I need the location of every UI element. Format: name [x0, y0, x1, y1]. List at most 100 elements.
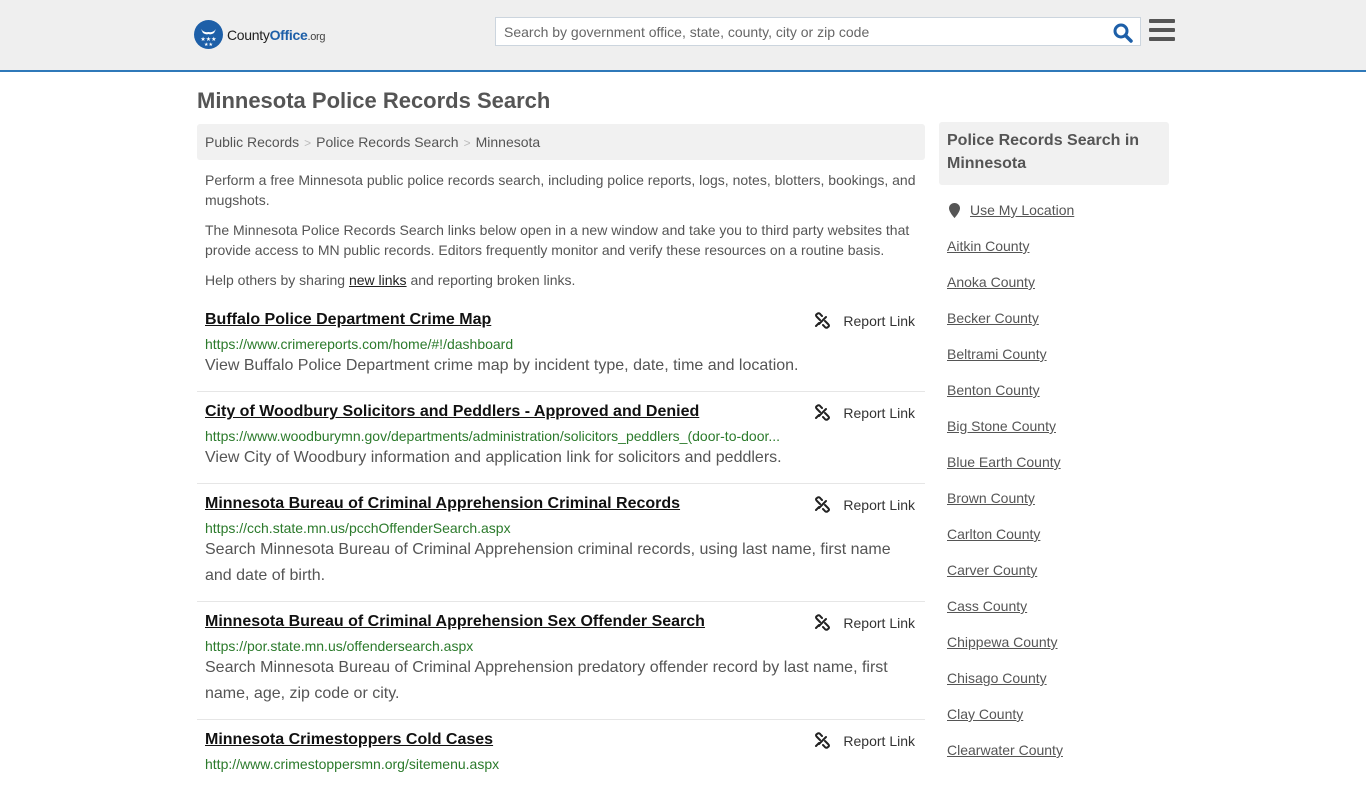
menu-bar: [1149, 28, 1175, 32]
search-icon: [1113, 23, 1133, 43]
result-item: City of Woodbury Solicitors and Peddlers…: [197, 392, 925, 484]
county-link[interactable]: Clearwater County: [947, 742, 1063, 758]
report-link-button[interactable]: Report Link: [814, 312, 915, 329]
result-description: Search Minnesota Bureau of Criminal Appr…: [205, 541, 891, 584]
county-link[interactable]: Benton County: [947, 382, 1040, 398]
broken-link-icon: [815, 312, 831, 329]
result-title-link[interactable]: City of Woodbury Solicitors and Peddlers…: [205, 402, 699, 422]
county-item: Chisago County: [947, 668, 1169, 688]
county-item: Clay County: [947, 704, 1169, 724]
report-link-button[interactable]: Report Link: [814, 404, 915, 421]
county-link[interactable]: Anoka County: [947, 274, 1035, 290]
report-link-label: Report Link: [843, 404, 915, 421]
county-item: Anoka County: [947, 272, 1169, 292]
logo-brand: Office: [269, 26, 308, 43]
county-link[interactable]: Cass County: [947, 598, 1027, 614]
county-item: Big Stone County: [947, 416, 1169, 436]
report-link-button[interactable]: Report Link: [814, 732, 915, 749]
county-item: Brown County: [947, 488, 1169, 508]
county-item: Cass County: [947, 596, 1169, 616]
report-link-button[interactable]: Report Link: [814, 614, 915, 631]
county-link[interactable]: Aitkin County: [947, 238, 1029, 254]
page-title: Minnesota Police Records Search: [197, 88, 551, 113]
sidebar-title: Police Records Search in Minnesota: [939, 122, 1169, 185]
logo-suffix: .org: [307, 30, 326, 43]
county-item: Benton County: [947, 380, 1169, 400]
logo-prefix: County: [227, 26, 270, 43]
report-link-label: Report Link: [843, 312, 915, 329]
menu-bar: [1149, 19, 1175, 23]
result-item: Minnesota Bureau of Criminal Apprehensio…: [197, 484, 925, 602]
results-list: Buffalo Police Department Crime Map http…: [197, 300, 925, 785]
search-button[interactable]: [1112, 22, 1134, 44]
result-item: Minnesota Crimestoppers Cold Cases http:…: [197, 720, 925, 785]
breadcrumb-public-records[interactable]: Public Records: [205, 134, 299, 150]
county-item: Beltrami County: [947, 344, 1169, 364]
county-list: Use My Location Aitkin County Anoka Count…: [939, 200, 1169, 760]
result-url: https://www.crimereports.com/home/#!/das…: [205, 336, 514, 352]
county-link[interactable]: Chippewa County: [947, 634, 1058, 650]
report-link-label: Report Link: [843, 496, 915, 513]
intro-paragraph-2: The Minnesota Police Records Search link…: [205, 222, 910, 258]
site-header: ★★★ ★★ CountyOffice.org: [0, 0, 1366, 72]
county-item: Blue Earth County: [947, 452, 1169, 472]
intro-text-before: Help others by sharing: [205, 272, 349, 288]
intro-paragraph-1: Perform a free Minnesota public police r…: [205, 172, 916, 208]
county-item: Aitkin County: [947, 236, 1169, 256]
broken-link-icon: [815, 404, 831, 421]
report-link-label: Report Link: [843, 732, 915, 749]
report-link-button[interactable]: Report Link: [814, 496, 915, 513]
result-title-link[interactable]: Minnesota Crimestoppers Cold Cases: [205, 730, 493, 750]
search-box: [495, 17, 1141, 46]
sidebar: Police Records Search in Minnesota Use M…: [939, 122, 1169, 776]
report-link-label: Report Link: [843, 614, 915, 631]
result-url: https://www.woodburymn.gov/departments/a…: [205, 428, 781, 444]
logo-text: CountyOffice.org: [227, 26, 326, 43]
county-link[interactable]: Brown County: [947, 490, 1035, 506]
county-link[interactable]: Big Stone County: [947, 418, 1056, 434]
breadcrumb: Public Records > Police Records Search > Min…: [197, 124, 925, 160]
county-link[interactable]: Clay County: [947, 706, 1023, 722]
breadcrumb-separator: >: [304, 136, 312, 150]
county-item: Carver County: [947, 560, 1169, 580]
county-item: Chippewa County: [947, 632, 1169, 652]
broken-link-icon: [815, 732, 831, 749]
result-description: View City of Woodbury information and ap…: [205, 449, 782, 466]
result-title-link[interactable]: Minnesota Bureau of Criminal Apprehensio…: [205, 494, 680, 514]
county-link[interactable]: Beltrami County: [947, 346, 1047, 362]
hamburger-menu-button[interactable]: [1149, 19, 1175, 43]
result-url: https://cch.state.mn.us/pcchOffenderSear…: [205, 520, 511, 536]
svg-text:★★: ★★: [204, 42, 213, 48]
breadcrumb-police-records-search[interactable]: Police Records Search: [316, 134, 458, 150]
county-link[interactable]: Carver County: [947, 562, 1037, 578]
use-my-location: Use My Location: [947, 200, 1169, 220]
new-links-link[interactable]: new links: [349, 272, 407, 288]
broken-link-icon: [815, 496, 831, 513]
county-link[interactable]: Blue Earth County: [947, 454, 1061, 470]
menu-bar: [1149, 37, 1175, 41]
use-my-location-link[interactable]: Use My Location: [970, 202, 1074, 218]
site-logo[interactable]: ★★★ ★★ CountyOffice.org: [194, 20, 326, 49]
location-pin-icon: [949, 202, 960, 218]
result-url: http://www.crimestoppersmn.org/sitemenu.…: [205, 756, 500, 772]
result-url: https://por.state.mn.us/offendersearch.a…: [205, 638, 474, 654]
result-title-link[interactable]: Buffalo Police Department Crime Map: [205, 310, 491, 330]
breadcrumb-separator: >: [463, 136, 471, 150]
search-input[interactable]: [496, 18, 1096, 45]
intro-text-after: and reporting broken links.: [406, 272, 576, 288]
county-link[interactable]: Carlton County: [947, 526, 1040, 542]
broken-link-icon: [815, 614, 831, 631]
county-item: Clearwater County: [947, 740, 1169, 760]
county-link[interactable]: Chisago County: [947, 670, 1047, 686]
county-link[interactable]: Becker County: [947, 310, 1039, 326]
eagle-stars-logo-icon: ★★★ ★★: [194, 20, 223, 49]
breadcrumb-current: Minnesota: [475, 134, 541, 150]
intro-text: Perform a free Minnesota public police r…: [205, 170, 925, 300]
result-item: Buffalo Police Department Crime Map http…: [197, 300, 925, 392]
county-item: Carlton County: [947, 524, 1169, 544]
intro-paragraph-3: Help others by sharing new links and rep…: [205, 270, 925, 290]
result-description: Search Minnesota Bureau of Criminal Appr…: [205, 659, 888, 702]
result-title-link[interactable]: Minnesota Bureau of Criminal Apprehensio…: [205, 612, 705, 632]
result-description: View Buffalo Police Department crime map…: [205, 357, 799, 374]
result-item: Minnesota Bureau of Criminal Apprehensio…: [197, 602, 925, 720]
